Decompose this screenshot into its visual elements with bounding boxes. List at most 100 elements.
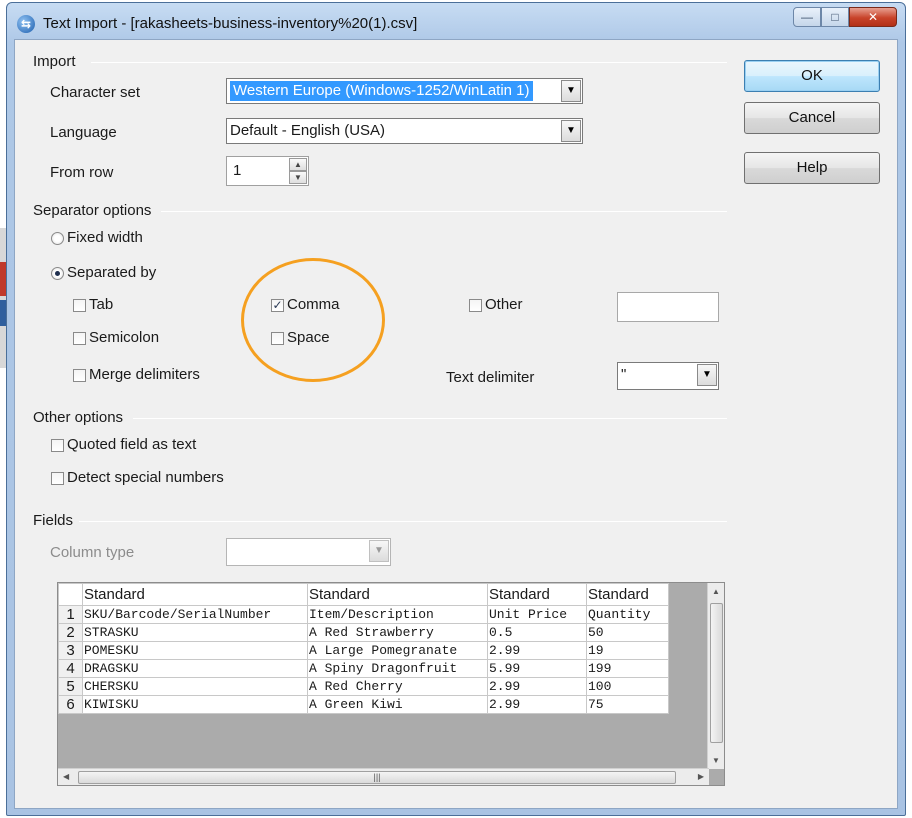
preview-grid[interactable]: Standard Standard Standard Standard 1 SK… — [57, 582, 725, 786]
row-number: 4 — [58, 659, 83, 678]
tab-checkbox[interactable] — [73, 299, 86, 312]
vertical-scroll-thumb[interactable] — [710, 603, 723, 743]
table-row: 4 DRAGSKU A Spiny Dragonfruit 5.99 199 — [58, 659, 669, 678]
minimize-button[interactable]: — — [793, 7, 821, 27]
table-cell: 100 — [586, 677, 669, 696]
text-delimiter-value: " — [621, 366, 627, 383]
table-row: 2 STRASKU A Red Strawberry 0.5 50 — [58, 623, 669, 642]
table-cell: STRASKU — [82, 623, 308, 642]
ok-button[interactable]: OK — [744, 60, 880, 92]
section-other-options-title: Other options — [33, 409, 124, 426]
language-label: Language — [50, 124, 117, 141]
spin-up-icon[interactable]: ▲ — [289, 158, 307, 171]
window-title: Text Import - [rakasheets-business-inven… — [43, 15, 418, 32]
row-number: 1 — [58, 605, 83, 624]
table-cell: 5.99 — [487, 659, 587, 678]
chevron-down-icon: ▼ — [369, 540, 389, 562]
maximize-button[interactable]: □ — [821, 7, 849, 27]
table-cell: 0.5 — [487, 623, 587, 642]
help-button[interactable]: Help — [744, 152, 880, 184]
annotation-ellipse — [241, 258, 385, 382]
table-cell: 2.99 — [487, 641, 587, 660]
column-header[interactable]: Standard — [82, 583, 308, 606]
table-cell: SKU/Barcode/SerialNumber — [82, 605, 308, 624]
row-number: 2 — [58, 623, 83, 642]
table-cell: Quantity — [586, 605, 669, 624]
chevron-down-icon[interactable]: ▼ — [561, 80, 581, 102]
table-cell: KIWISKU — [82, 695, 308, 714]
table-cell: A Green Kiwi — [307, 695, 488, 714]
text-delimiter-dropdown[interactable]: " ▼ — [617, 362, 719, 390]
column-header[interactable]: Standard — [307, 583, 488, 606]
horizontal-scroll-thumb[interactable]: ||| — [78, 771, 676, 784]
text-import-dialog: ⇆ Text Import - [rakasheets-business-inv… — [6, 2, 906, 816]
column-type-label: Column type — [50, 544, 135, 561]
section-divider — [79, 521, 727, 522]
row-number: 5 — [58, 677, 83, 696]
title-bar[interactable]: ⇆ Text Import - [rakasheets-business-inv… — [7, 3, 905, 39]
table-cell: Item/Description — [307, 605, 488, 624]
fixed-width-label: Fixed width — [67, 229, 143, 246]
close-button[interactable]: ✕ — [849, 7, 897, 27]
language-value: Default - English (USA) — [230, 122, 386, 139]
spin-down-icon[interactable]: ▼ — [289, 171, 307, 184]
fromrow-stepper[interactable]: 1 ▲ ▼ — [226, 156, 309, 186]
table-cell: DRAGSKU — [82, 659, 308, 678]
text-delimiter-label: Text delimiter — [446, 369, 535, 386]
section-divider — [133, 418, 727, 419]
table-cell: CHERSKU — [82, 677, 308, 696]
table-cell: POMESKU — [82, 641, 308, 660]
scroll-down-icon[interactable]: ▼ — [712, 756, 720, 765]
other-checkbox[interactable] — [469, 299, 482, 312]
table-cell: 2.99 — [487, 677, 587, 696]
fromrow-value: 1 — [233, 162, 242, 179]
table-cell: A Red Cherry — [307, 677, 488, 696]
charset-dropdown[interactable]: Western Europe (Windows-1252/WinLatin 1)… — [226, 78, 583, 104]
detect-numbers-checkbox[interactable] — [51, 472, 64, 485]
table-cell: A Large Pomegranate — [307, 641, 488, 660]
grid-corner — [58, 583, 83, 606]
table-row: 5 CHERSKU A Red Cherry 2.99 100 — [58, 677, 669, 696]
column-type-dropdown[interactable]: ▼ — [226, 538, 391, 566]
column-header[interactable]: Standard — [586, 583, 669, 606]
charset-label: Character set — [50, 84, 141, 101]
table-cell: A Spiny Dragonfruit — [307, 659, 488, 678]
tab-label: Tab — [89, 296, 114, 313]
row-number: 3 — [58, 641, 83, 660]
vertical-scrollbar[interactable]: ▲ ▼ — [707, 583, 724, 769]
caption-buttons: — □ ✕ — [793, 7, 897, 31]
column-header[interactable]: Standard — [487, 583, 587, 606]
dialog-client: Import Character set Western Europe (Win… — [14, 39, 898, 809]
other-input[interactable] — [617, 292, 719, 322]
fixed-width-radio[interactable] — [51, 232, 64, 245]
language-dropdown[interactable]: Default - English (USA) ▼ — [226, 118, 583, 144]
table-row: 3 POMESKU A Large Pomegranate 2.99 19 — [58, 641, 669, 660]
fromrow-label: From row — [50, 164, 114, 181]
column-header-row: Standard Standard Standard Standard — [58, 583, 669, 606]
table-cell: 19 — [586, 641, 669, 660]
separated-by-radio[interactable] — [51, 267, 64, 280]
quoted-field-checkbox[interactable] — [51, 439, 64, 452]
merge-delimiters-label: Merge delimiters — [89, 366, 200, 383]
chevron-down-icon[interactable]: ▼ — [697, 364, 717, 386]
table-cell: 75 — [586, 695, 669, 714]
scroll-up-icon[interactable]: ▲ — [712, 587, 720, 596]
section-fields-title: Fields — [33, 512, 74, 529]
section-divider — [91, 62, 727, 63]
merge-delimiters-checkbox[interactable] — [73, 369, 86, 382]
horizontal-scrollbar[interactable]: ◀ ||| ▶ — [58, 768, 709, 785]
detect-numbers-label: Detect special numbers — [67, 469, 224, 486]
scroll-left-icon[interactable]: ◀ — [63, 772, 69, 781]
cancel-button[interactable]: Cancel — [744, 102, 880, 134]
chevron-down-icon[interactable]: ▼ — [561, 120, 581, 142]
other-label: Other — [485, 296, 523, 313]
section-separator-title: Separator options — [33, 202, 152, 219]
table-cell: 50 — [586, 623, 669, 642]
table-cell: A Red Strawberry — [307, 623, 488, 642]
semicolon-checkbox[interactable] — [73, 332, 86, 345]
scroll-right-icon[interactable]: ▶ — [698, 772, 704, 781]
row-number: 6 — [58, 695, 83, 714]
charset-value: Western Europe (Windows-1252/WinLatin 1) — [230, 81, 533, 101]
table-row: 1 SKU/Barcode/SerialNumber Item/Descript… — [58, 605, 669, 624]
quoted-field-label: Quoted field as text — [67, 436, 197, 453]
